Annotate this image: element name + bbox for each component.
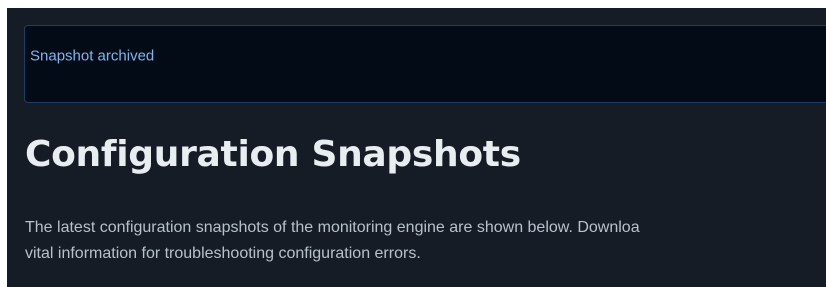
page-title: Configuration Snapshots — [25, 134, 521, 175]
description-line-1: The latest configuration snapshots of th… — [25, 219, 640, 236]
page-viewport: Snapshot archived Configuration Snapshot… — [7, 8, 826, 287]
page-description: The latest configuration snapshots of th… — [25, 215, 640, 267]
alert-message: Snapshot archived — [30, 47, 155, 65]
description-line-2: vital information for troubleshooting co… — [25, 245, 421, 262]
